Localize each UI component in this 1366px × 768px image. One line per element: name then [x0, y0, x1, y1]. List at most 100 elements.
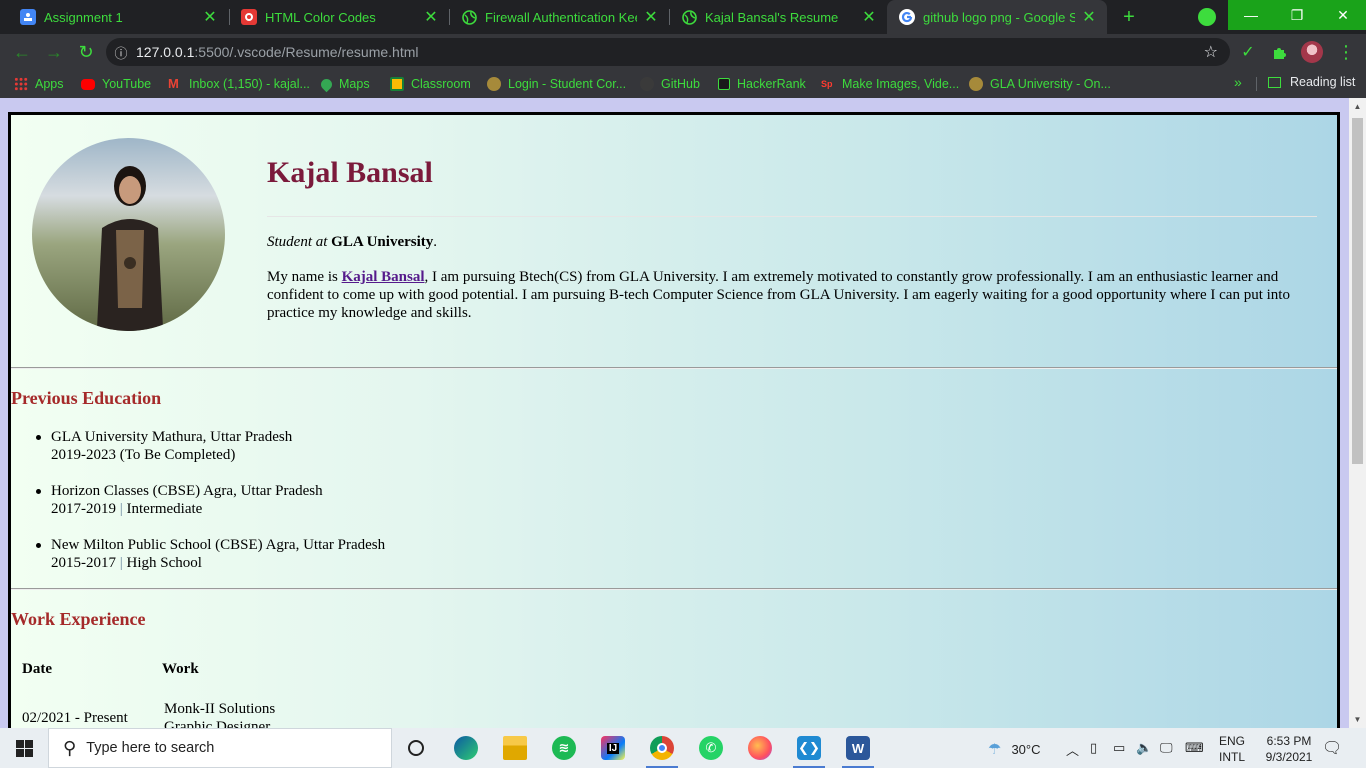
table-header-work: Work	[162, 661, 199, 677]
bookmark-apps[interactable]: Apps	[14, 75, 64, 93]
tray-device-icon[interactable]: ▯	[1090, 740, 1097, 756]
tab-strip: Assignment 1 ✕ HTML Color Codes ✕ Firewa…	[0, 0, 1366, 34]
close-window-button[interactable]: ✕	[1320, 0, 1366, 30]
taskbar-file-explorer[interactable]	[491, 728, 539, 768]
tab-title: Assignment 1	[44, 9, 123, 25]
weather-icon: ☂	[988, 741, 1002, 758]
taskbar-vscode[interactable]: ❮❯	[785, 728, 833, 768]
reload-button[interactable]: ↻	[74, 40, 98, 64]
youtube-icon	[81, 78, 95, 90]
bookmark-maps[interactable]: Maps	[318, 75, 370, 93]
bookmark-classroom[interactable]: Classroom	[390, 75, 471, 93]
input-language[interactable]: ENG INTL	[1219, 733, 1245, 765]
new-tab-button[interactable]: +	[1116, 4, 1142, 30]
forward-button[interactable]: →	[42, 40, 66, 64]
name-link[interactable]: Kajal Bansal	[342, 269, 425, 285]
windows-logo-icon	[15, 739, 33, 757]
reading-list-icon	[1268, 76, 1281, 88]
minimize-button[interactable]: —	[1228, 0, 1274, 30]
school-years: 2019-2023 (To Be Completed)	[51, 447, 236, 463]
spotify-icon: ≋	[552, 736, 576, 760]
tab-html-color-codes[interactable]: HTML Color Codes ✕	[229, 0, 449, 34]
resume-container: Kajal Bansal Student at GLA University. …	[8, 112, 1340, 728]
taskbar-spotify[interactable]: ≋	[540, 728, 588, 768]
taskbar-firefox[interactable]	[736, 728, 784, 768]
restore-button[interactable]: ❐	[1274, 0, 1320, 30]
table-cell-company: Monk-II Solutions	[164, 701, 276, 717]
notification-center-icon[interactable]: 🗨	[1322, 738, 1342, 758]
start-button[interactable]	[0, 728, 48, 768]
url-text[interactable]: 127.0.0.1:5500/.vscode/Resume/resume.htm…	[136, 44, 419, 60]
weather-widget[interactable]: ☂ 30°C	[988, 740, 1041, 758]
taskbar-word[interactable]: W	[834, 728, 882, 768]
school-years: 2015-2017	[51, 555, 116, 571]
volume-icon[interactable]: 🔈	[1136, 740, 1152, 756]
bookmark-hackerrank[interactable]: HackerRank	[718, 75, 806, 93]
bookmark-label: Inbox (1,150) - kajal...	[189, 77, 310, 91]
tab-resume[interactable]: Kajal Bansal's Resume ✕	[669, 0, 887, 34]
bookmark-label: Classroom	[411, 77, 471, 91]
school-years-line: 2017-2019 | Intermediate	[51, 501, 203, 517]
tray-chevron-up-icon[interactable]: ︿	[1066, 740, 1079, 759]
bookmark-gla-university[interactable]: GLA University - On...	[969, 75, 1111, 93]
resume-name: Kajal Bansal	[267, 156, 433, 189]
checkmark-extension-icon[interactable]: ✓	[1238, 42, 1258, 62]
bookmark-student-login[interactable]: Login - Student Cor...	[487, 75, 626, 93]
chrome-menu-badge-icon[interactable]	[1198, 8, 1216, 26]
extensions-puzzle-icon[interactable]	[1269, 42, 1289, 62]
bookmark-make-images[interactable]: Sp Make Images, Vide...	[821, 75, 959, 93]
bio-prefix: My name is	[267, 269, 338, 285]
school-level: High School	[126, 555, 202, 571]
system-clock[interactable]: 6:53 PM 9/3/2021	[1256, 733, 1322, 765]
tab-github-search[interactable]: github logo png - Google Se ✕	[887, 0, 1107, 34]
task-view-icon	[408, 740, 424, 756]
tab-title: github logo png - Google Se	[923, 9, 1075, 25]
close-tab-icon[interactable]: ✕	[643, 7, 659, 27]
battery-icon[interactable]: ▭	[1113, 740, 1125, 756]
whatsapp-icon: ✆	[699, 736, 723, 760]
school-name: New Milton Public School (CBSE) Agra, Ut…	[51, 537, 386, 553]
taskbar-edge[interactable]	[442, 728, 490, 768]
education-heading: Previous Education	[11, 388, 162, 408]
classroom-icon	[390, 77, 404, 91]
task-view-button[interactable]	[392, 728, 440, 768]
vscode-icon: ❮❯	[797, 736, 821, 760]
close-tab-icon[interactable]: ✕	[202, 7, 218, 27]
name-divider	[267, 216, 1317, 217]
taskbar-chrome[interactable]	[638, 728, 686, 768]
bookmark-label: YouTube	[102, 77, 152, 91]
more-bookmarks-icon[interactable]: »	[1234, 74, 1242, 90]
reading-list-button[interactable]: Reading list	[1268, 75, 1355, 89]
close-tab-icon[interactable]: ✕	[861, 7, 877, 27]
tab-firewall[interactable]: Firewall Authentication Keepa ✕	[449, 0, 669, 34]
taskbar-whatsapp[interactable]: ✆	[687, 728, 735, 768]
bookmark-label: Make Images, Vide...	[842, 77, 960, 91]
bookmark-gmail[interactable]: M Inbox (1,150) - kajal...	[168, 75, 310, 93]
address-bar[interactable]: ⓘ 127.0.0.1:5500/.vscode/Resume/resume.h…	[106, 38, 1230, 66]
tab-assignment[interactable]: Assignment 1 ✕	[8, 0, 228, 34]
profile-photo	[32, 138, 225, 331]
chrome-menu-icon[interactable]: ⋮	[1336, 42, 1356, 62]
scroll-up-icon[interactable]: ▲	[1349, 98, 1366, 115]
close-tab-icon[interactable]: ✕	[423, 7, 439, 27]
github-icon	[640, 77, 654, 91]
page-scrollbar[interactable]: ▲ ▼	[1349, 98, 1366, 728]
tab-title: Firewall Authentication Keepa	[485, 9, 637, 25]
site-info-icon[interactable]: ⓘ	[106, 43, 136, 62]
reading-list-label: Reading list	[1290, 75, 1356, 89]
tab-title: Kajal Bansal's Resume	[705, 9, 839, 25]
back-button[interactable]: ←	[10, 40, 34, 64]
bookmark-star-icon[interactable]: ☆	[1204, 42, 1218, 62]
bookmark-github[interactable]: GitHub	[640, 75, 700, 93]
keyboard-icon[interactable]: ⌨	[1185, 740, 1204, 756]
scroll-down-icon[interactable]: ▼	[1349, 711, 1366, 728]
close-tab-icon[interactable]: ✕	[1081, 7, 1097, 27]
taskbar-search-box[interactable]: ⚲ Type here to search	[48, 728, 392, 768]
scroll-thumb[interactable]	[1352, 118, 1363, 464]
profile-avatar[interactable]	[1301, 41, 1323, 63]
school-years: 2017-2019	[51, 501, 116, 517]
taskbar-intellij[interactable]: IJ	[589, 728, 637, 768]
network-icon[interactable]: 🖵	[1160, 740, 1173, 756]
bookmark-youtube[interactable]: YouTube	[81, 75, 151, 93]
hackerrank-icon	[718, 78, 730, 90]
